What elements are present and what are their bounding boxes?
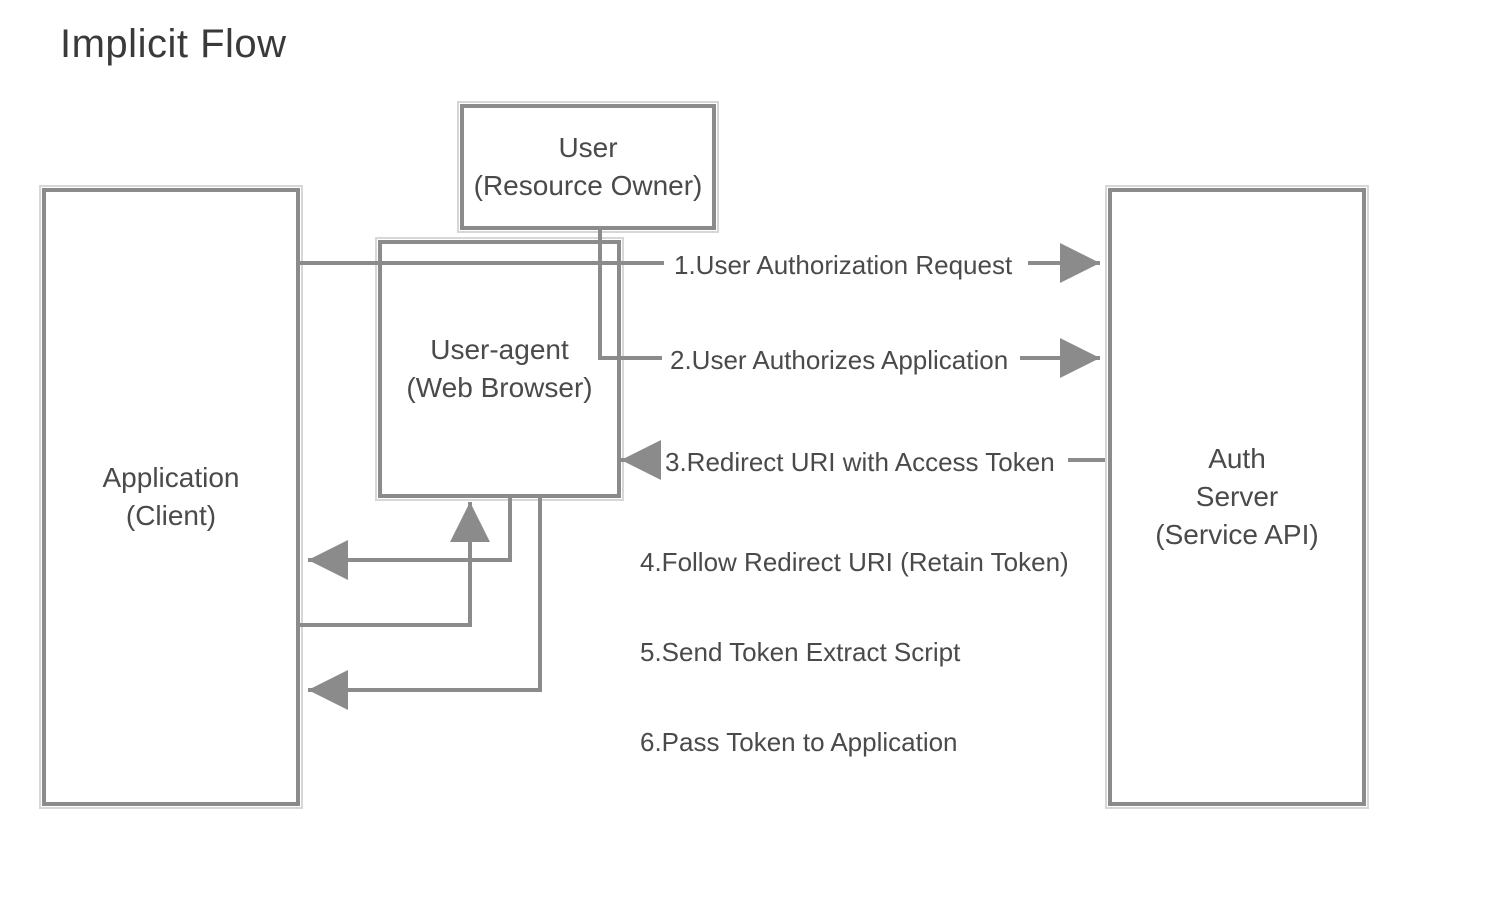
diagram-stage: Implicit Flow Application (Client) User-… — [0, 0, 1490, 910]
step-5-label: 5.Send Token Extract Script — [640, 637, 960, 668]
connector-step-5 — [296, 502, 470, 625]
step-3-label: 3.Redirect URI with Access Token — [665, 447, 1055, 478]
step-4-label: 4.Follow Redirect URI (Retain Token) — [640, 547, 1069, 578]
connector-step-4 — [308, 494, 510, 560]
box-application-line2: (Client) — [126, 497, 216, 535]
connector-step-6 — [308, 494, 540, 690]
diagram-title: Implicit Flow — [60, 22, 287, 67]
box-user-agent: User-agent (Web Browser) — [378, 240, 621, 498]
box-application-client: Application (Client) — [42, 188, 300, 806]
box-user-agent-line2: (Web Browser) — [406, 369, 592, 407]
box-user-agent-line1: User-agent — [430, 331, 569, 369]
box-auth-line3: (Service API) — [1155, 516, 1318, 554]
box-auth-line2: Server — [1196, 478, 1278, 516]
box-user-resource-owner: User (Resource Owner) — [460, 104, 716, 230]
box-user-line1: User — [558, 129, 617, 167]
step-6-label: 6.Pass Token to Application — [640, 727, 958, 758]
box-application-line1: Application — [103, 459, 240, 497]
step-2-label: 2.User Authorizes Application — [670, 345, 1008, 376]
step-1-label: 1.User Authorization Request — [674, 250, 1012, 281]
box-user-line2: (Resource Owner) — [474, 167, 703, 205]
box-auth-line1: Auth — [1208, 440, 1266, 478]
box-auth-server: Auth Server (Service API) — [1108, 188, 1366, 806]
